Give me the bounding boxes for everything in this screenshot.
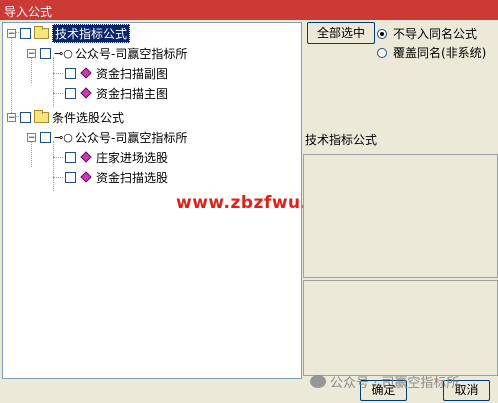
formula-icon — [80, 87, 92, 99]
radio-label: 不导入同名公式 — [393, 27, 478, 41]
wechat-icon — [310, 375, 326, 388]
checkbox[interactable] — [20, 27, 31, 39]
wechat-watermark-text: 公众号 · 司赢空指标所 — [330, 376, 460, 391]
tree-label: 公众号-司赢空指标所 — [75, 130, 188, 145]
tree-label: 庄家进场选股 — [96, 150, 169, 165]
checkbox[interactable] — [40, 131, 51, 143]
preview-panel — [303, 280, 498, 376]
collapse-toggle[interactable]: − — [27, 132, 36, 142]
tree-node-formula[interactable]: 庄家进场选股 — [61, 148, 168, 166]
checkbox[interactable] — [20, 111, 31, 123]
tree-node-publisher[interactable]: − ⊸○ 公众号-司赢空指标所 — [27, 44, 187, 62]
radio-icon[interactable] — [377, 28, 387, 39]
checkbox[interactable] — [40, 47, 51, 59]
collapse-toggle[interactable]: − — [7, 28, 16, 38]
tree-node-publisher[interactable]: − ⊸○ 公众号-司赢空指标所 — [27, 128, 187, 146]
tree-node-formula[interactable]: 资金扫描主图 — [61, 84, 168, 102]
checkbox[interactable] — [65, 67, 76, 79]
tree-label: 技术指标公式 — [52, 23, 131, 43]
tree-label: 条件选股公式 — [52, 110, 125, 125]
tree-node-formula[interactable]: 资金扫描副图 — [61, 64, 168, 82]
radio-icon[interactable] — [377, 47, 387, 58]
collapse-toggle[interactable]: − — [7, 112, 16, 122]
window-title: 导入公式 — [4, 5, 53, 19]
key-icon: ⊸○ — [54, 46, 73, 60]
collapse-toggle[interactable]: − — [27, 48, 36, 58]
formula-icon — [80, 67, 92, 79]
key-icon: ⊸○ — [54, 130, 73, 144]
radio-overwrite[interactable]: 覆盖同名(非系统) — [377, 44, 486, 61]
tree-label: 公众号-司赢空指标所 — [75, 46, 188, 61]
tree-label: 资金扫描副图 — [96, 66, 169, 81]
description-label: 技术指标公式 — [305, 133, 378, 147]
radio-label: 覆盖同名(非系统) — [393, 46, 487, 60]
wechat-watermark: 公众号 · 司赢空指标所 — [310, 372, 459, 391]
tree-label: 资金扫描选股 — [96, 170, 169, 185]
tree-node-formula[interactable]: 资金扫描选股 — [61, 168, 168, 186]
formula-icon — [80, 151, 92, 163]
description-panel — [303, 154, 498, 278]
checkbox[interactable] — [65, 87, 76, 99]
options-panel: 全部选中 不导入同名公式 覆盖同名(非系统) 技术指标公式 确定 取消 — [303, 22, 498, 403]
folder-icon — [34, 25, 49, 39]
tree-node-tech-formulas[interactable]: − 技术指标公式 — [7, 23, 131, 43]
title-bar: 导入公式 — [0, 0, 498, 20]
tree-label: 资金扫描主图 — [96, 86, 169, 101]
formula-icon — [80, 171, 92, 183]
radio-skip-same-name[interactable]: 不导入同名公式 — [377, 25, 477, 42]
folder-icon — [34, 109, 49, 123]
tree-node-screen-formulas[interactable]: − 条件选股公式 — [7, 108, 124, 126]
tree-line — [53, 57, 54, 107]
checkbox[interactable] — [65, 151, 76, 163]
tree-line — [53, 141, 54, 191]
select-all-button[interactable]: 全部选中 — [307, 22, 375, 44]
checkbox[interactable] — [65, 171, 76, 183]
